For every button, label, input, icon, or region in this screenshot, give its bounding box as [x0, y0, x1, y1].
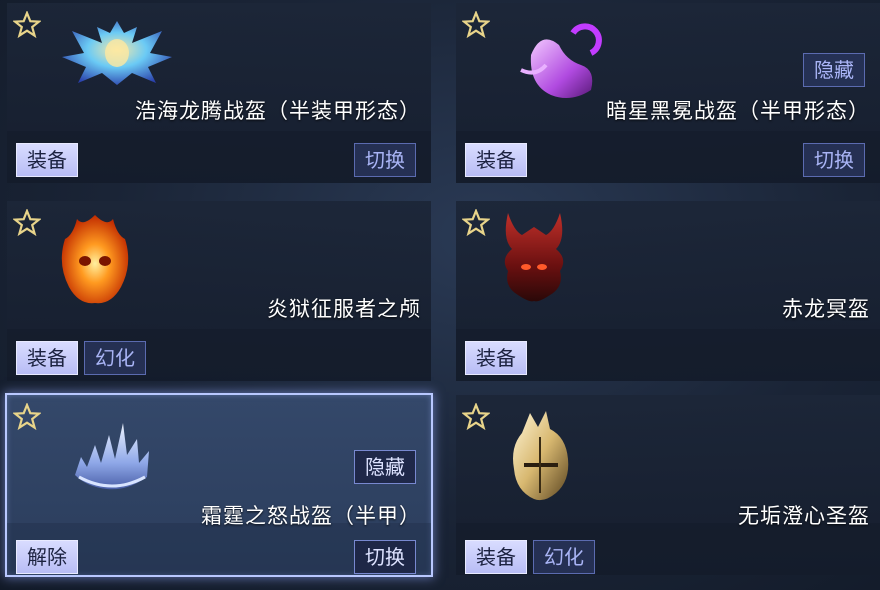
favorite-star-icon[interactable]: [13, 209, 41, 237]
blue-dragon-helmet-icon: [62, 21, 172, 85]
helmet-card[interactable]: 赤龙冥盔 装备: [456, 201, 880, 381]
helmet-grid: 浩海龙腾战盔（半装甲形态） 装备 切换 隐藏 暗星黑冕战盔（半甲形态） 装备 切…: [0, 0, 880, 590]
item-name: 暗星黑冕战盔（半甲形态）: [606, 100, 870, 123]
favorite-star-icon[interactable]: [462, 403, 490, 431]
equip-button[interactable]: 装备: [16, 143, 78, 177]
item-name: 浩海龙腾战盔（半装甲形态）: [135, 100, 421, 123]
favorite-star-icon[interactable]: [462, 209, 490, 237]
switch-button[interactable]: 切换: [803, 143, 865, 177]
item-name: 炎狱征服者之颅: [267, 298, 421, 321]
item-name: 无垢澄心圣盔: [738, 505, 870, 528]
frost-crown-icon: [75, 423, 149, 490]
flaming-skull-helmet-icon: [61, 215, 129, 304]
golden-holy-helmet-icon: [513, 411, 569, 501]
hide-tag-button[interactable]: 隐藏: [354, 450, 416, 484]
equip-button[interactable]: 装备: [465, 143, 527, 177]
equip-button[interactable]: 装备: [465, 341, 527, 375]
item-name: 霜霆之怒战盔（半甲）: [201, 505, 421, 528]
purple-crescent-helmet-icon: [520, 23, 602, 99]
favorite-star-icon[interactable]: [13, 11, 41, 39]
equip-button[interactable]: 装备: [16, 341, 78, 375]
equip-button[interactable]: 装备: [465, 540, 527, 574]
helmet-card[interactable]: 隐藏 暗星黑冕战盔（半甲形态） 装备 切换: [456, 3, 880, 183]
favorite-star-icon[interactable]: [13, 403, 41, 431]
switch-button[interactable]: 切换: [354, 540, 416, 574]
helmet-card[interactable]: 无垢澄心圣盔 装备 幻化: [456, 395, 880, 575]
switch-button[interactable]: 切换: [354, 143, 416, 177]
hide-tag-button[interactable]: 隐藏: [803, 53, 865, 87]
helmet-card[interactable]: 炎狱征服者之颅 装备 幻化: [7, 201, 431, 381]
red-dragon-helmet-icon: [504, 213, 564, 302]
favorite-star-icon[interactable]: [462, 11, 490, 39]
helmet-card-selected[interactable]: 隐藏 霜霆之怒战盔（半甲） 解除 切换: [5, 393, 433, 577]
item-name: 赤龙冥盔: [782, 298, 870, 321]
helmet-card[interactable]: 浩海龙腾战盔（半装甲形态） 装备 切换: [7, 3, 431, 183]
unequip-button[interactable]: 解除: [16, 540, 78, 574]
transmog-button[interactable]: 幻化: [84, 341, 146, 375]
transmog-button[interactable]: 幻化: [533, 540, 595, 574]
